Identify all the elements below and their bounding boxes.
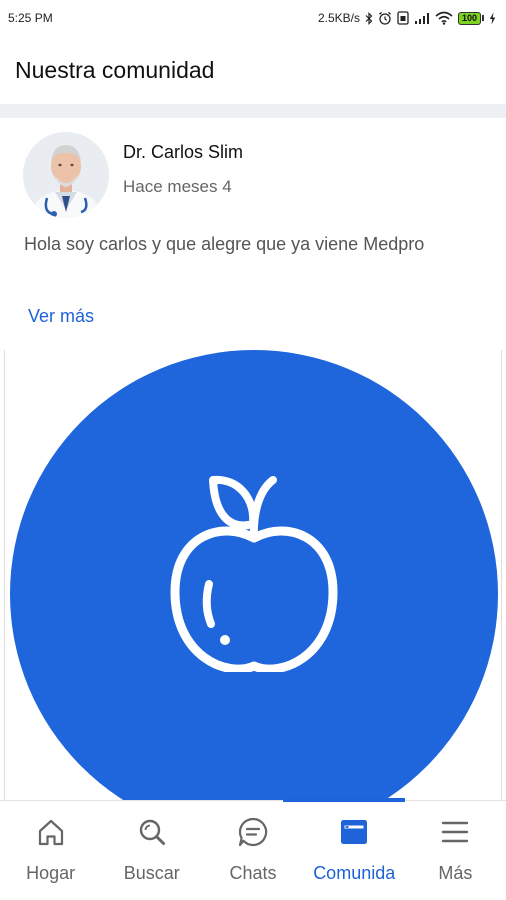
home-icon bbox=[36, 815, 66, 849]
network-speed: 2.5KB/s bbox=[317, 11, 360, 25]
community-icon bbox=[339, 815, 369, 849]
nav-item-home[interactable]: Hogar bbox=[0, 801, 101, 900]
status-bar: 5:25 PM 2.5KB/s 100 bbox=[0, 0, 506, 36]
nav-label-community: Comunida bbox=[313, 863, 396, 883]
page-title: Nuestra comunidad bbox=[15, 56, 215, 83]
nav-item-community[interactable]: Comunida bbox=[304, 801, 405, 900]
chat-icon bbox=[237, 815, 269, 849]
charging-icon bbox=[489, 12, 496, 25]
menu-icon bbox=[440, 815, 470, 849]
author-name[interactable]: Dr. Carlos Slim bbox=[123, 142, 243, 163]
status-icons: 2.5KB/s 100 bbox=[318, 11, 496, 25]
post-image[interactable] bbox=[4, 350, 502, 800]
nav-label-home: Hogar bbox=[26, 863, 76, 883]
bottom-navigation: Hogar Buscar Chats Comunida Más bbox=[0, 798, 506, 900]
see-more-link[interactable]: Ver más bbox=[28, 306, 94, 327]
post-text: Hola soy carlos y que alegre que ya vien… bbox=[24, 234, 425, 254]
nav-item-chats[interactable]: Chats bbox=[202, 801, 303, 900]
apple-icon bbox=[170, 475, 338, 672]
battery-level: 100 bbox=[457, 11, 481, 25]
search-icon bbox=[137, 815, 167, 849]
battery-icon: 100 bbox=[457, 11, 484, 25]
avatar[interactable] bbox=[23, 132, 109, 218]
post-card: Dr. Carlos Slim Hace meses 4 Hola soy ca… bbox=[0, 118, 506, 800]
header-divider bbox=[0, 104, 506, 118]
sim-icon bbox=[397, 11, 409, 25]
wifi-icon bbox=[435, 11, 453, 25]
nav-label-search: Buscar bbox=[123, 863, 180, 883]
alarm-icon bbox=[378, 11, 392, 25]
post-timestamp: Hace meses 4 bbox=[123, 177, 232, 196]
bluetooth-icon bbox=[365, 11, 373, 25]
active-tab-indicator bbox=[283, 798, 405, 802]
nav-item-search[interactable]: Buscar bbox=[101, 801, 202, 900]
app-bar: Nuestra comunidad bbox=[0, 36, 506, 104]
nav-label-chats: Chats bbox=[229, 863, 277, 883]
nav-item-more[interactable]: Más bbox=[405, 801, 506, 900]
nav-label-more: Más bbox=[438, 863, 473, 883]
signal-icon bbox=[414, 12, 430, 25]
status-time: 5:25 PM bbox=[8, 11, 53, 25]
